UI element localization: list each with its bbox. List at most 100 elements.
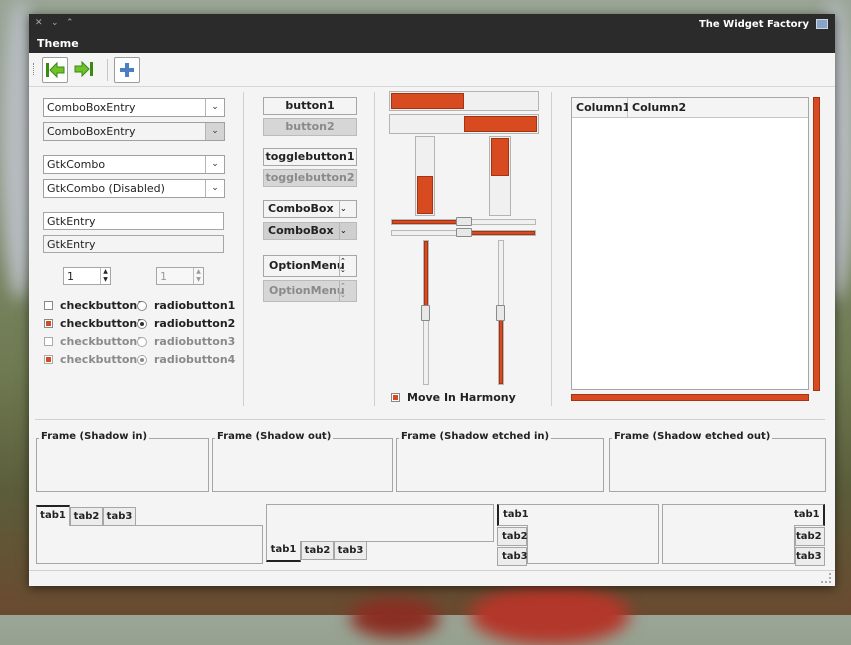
move-in-harmony-label[interactable]: Move In Harmony (407, 391, 516, 404)
toolbar-grip-icon[interactable] (33, 63, 36, 75)
tab-bottom-2[interactable]: tab2 (301, 541, 334, 560)
notebook-left (527, 504, 659, 564)
up-down-arrows-icon: ⌃ ⌄ (339, 281, 356, 301)
gtk-entry-1[interactable]: GtkEntry (43, 212, 224, 230)
radiobutton2-circle[interactable] (137, 319, 147, 329)
resize-grip-icon[interactable] (821, 573, 831, 583)
add-button[interactable] (114, 57, 140, 83)
scale-knob[interactable] (456, 228, 472, 237)
gtk-entry-2[interactable]: GtkEntry (43, 235, 224, 253)
column-header-2[interactable]: Column2 (628, 98, 808, 118)
column-separator (243, 92, 244, 406)
checkbutton1-label[interactable]: checkbutton1 (60, 299, 145, 312)
vertical-progress-2 (489, 136, 511, 216)
scale-knob[interactable] (421, 305, 430, 321)
checkbutton2-box[interactable] (44, 319, 53, 328)
vertical-progress-1 (415, 136, 435, 216)
progress-fill (464, 116, 537, 132)
progress-fill (417, 176, 433, 214)
radiobutton1-label[interactable]: radiobutton1 (154, 299, 235, 312)
frame-shadow-etched-out-label: Frame (Shadow etched out) (612, 431, 773, 442)
tab-bottom-1[interactable]: tab1 (266, 541, 301, 562)
spin-arrows-icon[interactable]: ▲ ▼ (100, 268, 110, 284)
option-menu-2[interactable]: OptionMenu ⌃ ⌄ (263, 280, 357, 302)
toolbar (29, 53, 835, 87)
menu-bar: Theme (29, 36, 835, 53)
combobox-2[interactable]: ComboBox ⌄ (263, 222, 357, 240)
scale-knob[interactable] (496, 305, 505, 321)
go-last-icon (74, 60, 93, 78)
spin-button-2[interactable]: 1 ▲ ▼ (156, 267, 204, 285)
checkbutton4-box[interactable] (44, 355, 53, 364)
column-header-1[interactable]: Column1 (572, 98, 630, 118)
chevron-down-icon: ⌄ (339, 223, 356, 239)
statusbar-separator (29, 570, 835, 571)
gtk-combo-disabled[interactable]: GtkCombo (Disabled) ⌄ (43, 179, 225, 198)
tab-right-3[interactable]: tab3 (795, 547, 825, 566)
scale-fill (424, 241, 428, 313)
notebook-bottom (266, 504, 494, 542)
tab-bottom-3[interactable]: tab3 (334, 541, 367, 560)
progress-fill (391, 93, 464, 109)
background-flower (470, 585, 630, 645)
frame-shadow-out-label: Frame (Shadow out) (215, 431, 334, 442)
button2[interactable]: button2 (263, 118, 357, 136)
progress-fill (491, 138, 509, 176)
tab-top-3[interactable]: tab3 (103, 507, 136, 526)
tab-left-3[interactable]: tab3 (497, 547, 528, 566)
chevron-down-icon: ⌄ (339, 201, 356, 217)
chevron-down-icon[interactable]: ⌄ (205, 123, 224, 140)
gtk-combo-1[interactable]: GtkCombo ⌄ (43, 155, 225, 174)
spin-button-1[interactable]: 1 ▲ ▼ (63, 267, 111, 285)
spin-arrows-icon[interactable]: ▲ ▼ (193, 268, 203, 284)
go-first-icon (46, 61, 65, 79)
frame-shadow-in (36, 438, 209, 492)
checkbutton3-label[interactable]: checkbutton3 (60, 335, 145, 348)
maximize-icon[interactable]: ⌃ (66, 18, 74, 28)
chevron-down-icon[interactable]: ⌄ (205, 156, 224, 173)
column-separator (374, 92, 375, 406)
scale-fill (499, 312, 503, 384)
go-first-button[interactable] (42, 57, 68, 83)
chevron-down-icon[interactable]: ⌄ (205, 180, 224, 197)
tab-top-1[interactable]: tab1 (36, 505, 70, 526)
chevron-down-icon[interactable]: ⌄ (205, 99, 224, 116)
close-icon[interactable]: ✕ (35, 18, 43, 28)
radiobutton3-circle[interactable] (137, 337, 147, 347)
scale-knob[interactable] (456, 217, 472, 226)
option-menu-1[interactable]: OptionMenu ⌃ ⌄ (263, 255, 357, 277)
frame-shadow-out (212, 438, 393, 492)
menu-theme[interactable]: Theme (37, 37, 79, 50)
combobox-1[interactable]: ComboBox ⌄ (263, 200, 357, 218)
tab-right-2[interactable]: tab2 (795, 527, 825, 546)
move-in-harmony-checkbox[interactable] (391, 393, 400, 402)
combobox-entry-2[interactable]: ComboBoxEntry ⌄ (43, 122, 225, 141)
add-icon (120, 63, 134, 77)
button1[interactable]: button1 (263, 97, 357, 115)
checkbutton3-box[interactable] (44, 337, 53, 346)
radiobutton2-label[interactable]: radiobutton2 (154, 317, 235, 330)
radiobutton1-circle[interactable] (137, 301, 147, 311)
tree-horizontal-scrollbar[interactable] (571, 394, 809, 401)
tree-vertical-scrollbar[interactable] (813, 97, 820, 391)
notebook-right (662, 504, 795, 564)
frame-shadow-etched-out (609, 438, 826, 492)
radiobutton4-circle[interactable] (137, 355, 147, 365)
frame-shadow-in-label: Frame (Shadow in) (39, 431, 150, 442)
tab-left-2[interactable]: tab2 (497, 527, 528, 546)
go-last-button[interactable] (72, 57, 98, 83)
tab-left-1[interactable]: tab1 (497, 504, 529, 526)
radiobutton4-label[interactable]: radiobutton4 (154, 353, 235, 366)
combobox-entry-1[interactable]: ComboBoxEntry ⌄ (43, 98, 225, 117)
radiobutton3-label[interactable]: radiobutton3 (154, 335, 235, 348)
togglebutton1[interactable]: togglebutton1 (263, 148, 357, 166)
minimize-icon[interactable]: ⌄ (51, 18, 59, 28)
tree-view[interactable]: Column1 Column2 (571, 97, 809, 390)
checkbutton2-label[interactable]: checkbutton2 (60, 317, 145, 330)
tab-right-1[interactable]: tab1 (794, 504, 825, 526)
togglebutton2[interactable]: togglebutton2 (263, 169, 357, 187)
checkbutton1-box[interactable] (44, 301, 53, 310)
tab-top-2[interactable]: tab2 (70, 507, 103, 526)
background-flower (350, 598, 440, 638)
checkbutton4-label[interactable]: checkbutton4 (60, 353, 145, 366)
